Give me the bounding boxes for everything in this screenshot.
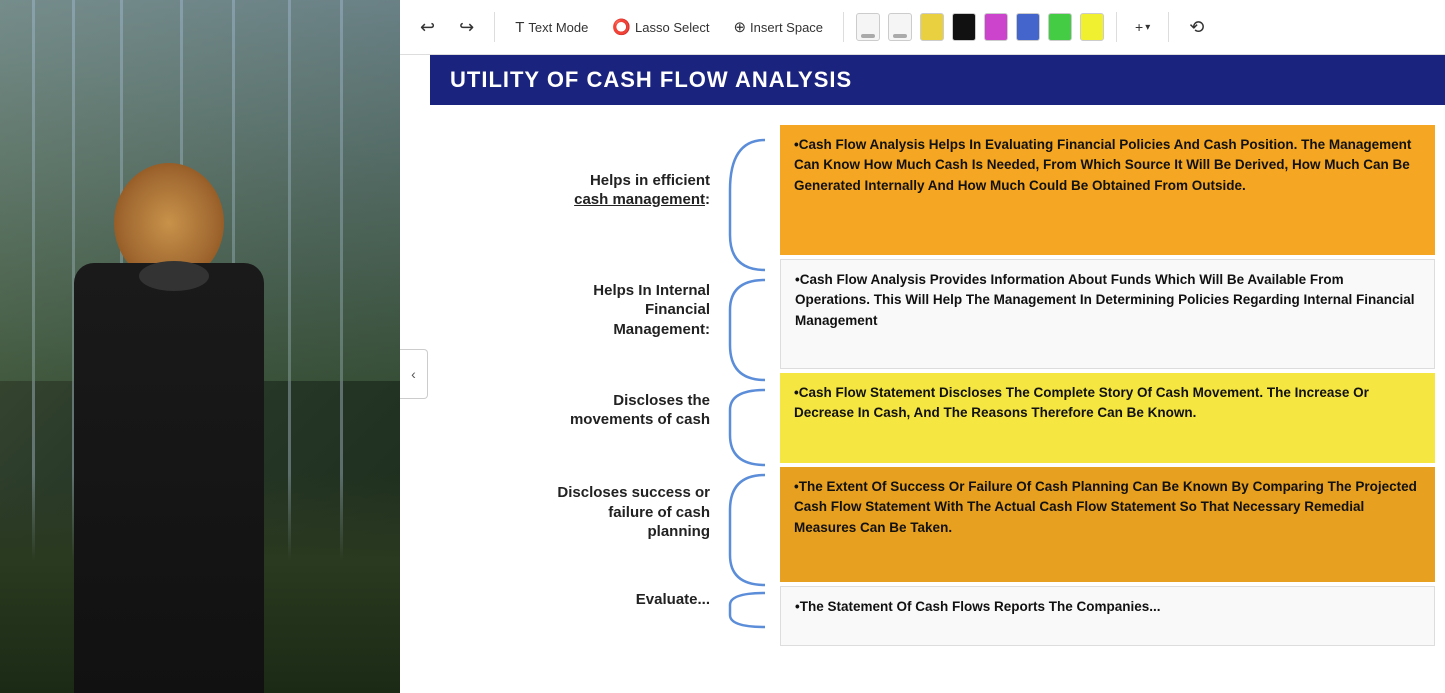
content-area: Helps in efficientcash management: Helps… [430,125,1445,683]
undo-button[interactable]: ↩ [412,13,443,42]
title-bar: UTILITY OF CASH FLOW ANALYSIS [430,55,1445,105]
desc-item-3: •Cash Flow Statement Discloses The Compl… [780,373,1435,463]
lasso-select-button[interactable]: ⭕ Lasso Select [604,14,717,40]
color-yellow-pen[interactable] [920,13,944,41]
color-black-pen[interactable] [952,13,976,41]
label-5: Evaluate... [440,570,720,630]
separator-2 [843,12,844,42]
desc-item-1: •Cash Flow Analysis Helps In Evaluating … [780,125,1435,255]
label-text-1: Helps in efficientcash management: [574,171,710,210]
labels-column: Helps in efficientcash management: Helps… [440,125,720,683]
separator-3 [1116,12,1117,42]
lasso-icon: ⭕ [612,18,631,36]
insert-space-button[interactable]: ⊕ Insert Space [725,14,831,40]
add-tool-button[interactable]: + ▾ [1129,15,1156,39]
video-panel [0,0,400,693]
text-mode-icon: T [515,19,524,36]
page-title: UTILITY OF CASH FLOW ANALYSIS [450,67,852,92]
label-1: Helps in efficientcash management: [440,125,720,255]
desc-text-5: •The Statement Of Cash Flows Reports The… [795,599,1161,614]
label-text-2: Helps In InternalFinancialManagement: [593,281,710,340]
desc-item-4: •The Extent Of Success Or Failure Of Cas… [780,467,1435,582]
label-text-5: Evaluate... [636,590,710,610]
extra-tool-icon: ⟲ [1189,17,1204,38]
desc-text-2: •Cash Flow Analysis Provides Information… [795,272,1414,328]
label-text-3: Discloses themovements of cash [570,391,710,430]
page-wrapper: UTILITY OF CASH FLOW ANALYSIS Helps in e… [430,55,1445,693]
insert-space-icon: ⊕ [733,18,746,36]
insert-space-label: Insert Space [750,20,823,35]
desc-item-2: •Cash Flow Analysis Provides Information… [780,259,1435,369]
desc-item-5: •The Statement Of Cash Flows Reports The… [780,586,1435,646]
toolbar: ↩ ↪ T Text Mode ⭕ Lasso Select ⊕ Insert … [400,0,1445,55]
plus-icon: + [1135,19,1143,35]
doc-panel: ↩ ↪ T Text Mode ⭕ Lasso Select ⊕ Insert … [400,0,1445,693]
doc-content: ‹ UTILITY OF CASH FLOW ANALYSIS Helps in… [400,55,1445,693]
lasso-select-label: Lasso Select [635,20,709,35]
bracket-svg [720,125,775,635]
extra-tool-button[interactable]: ⟲ [1181,13,1212,42]
separator-4 [1168,12,1169,42]
text-mode-label: Text Mode [528,20,588,35]
label-3: Discloses themovements of cash [440,365,720,455]
color-blue-pen[interactable] [1016,13,1040,41]
text-mode-button[interactable]: T Text Mode [507,15,596,40]
color-bright-yellow-pen[interactable] [1080,13,1104,41]
undo-icon: ↩ [420,17,435,38]
collapse-icon: ‹ [411,366,416,382]
desc-text-1: •Cash Flow Analysis Helps In Evaluating … [794,137,1411,193]
color-white-swatch[interactable] [856,13,880,41]
redo-button[interactable]: ↪ [451,13,482,42]
descriptions-column: •Cash Flow Analysis Helps In Evaluating … [780,125,1435,683]
label-text-4: Discloses success orfailure of cashplann… [557,483,710,542]
label-4: Discloses success orfailure of cashplann… [440,455,720,570]
bracket-column [720,125,780,683]
desc-text-3: •Cash Flow Statement Discloses The Compl… [794,385,1369,420]
collapse-button[interactable]: ‹ [400,349,428,399]
plus-chevron: ▾ [1145,22,1150,33]
separator-1 [494,12,495,42]
color-purple-pen[interactable] [984,13,1008,41]
desc-text-4: •The Extent Of Success Or Failure Of Cas… [794,479,1417,535]
color-pencil-swatch[interactable] [888,13,912,41]
color-green-pen[interactable] [1048,13,1072,41]
redo-icon: ↪ [459,17,474,38]
label-2: Helps In InternalFinancialManagement: [440,255,720,365]
